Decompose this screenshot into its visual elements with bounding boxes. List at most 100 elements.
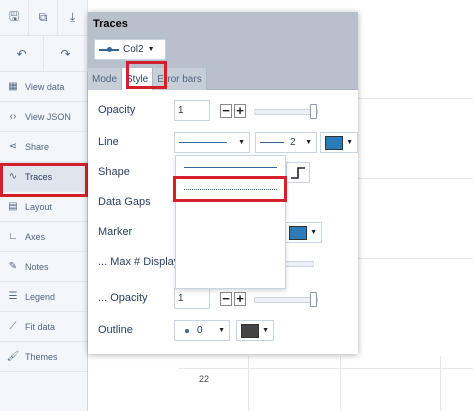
outline-label: Outline: [98, 324, 133, 336]
sidebar-item-axes[interactable]: ∟ Axes: [0, 222, 87, 252]
copy-icon: ⧉: [38, 10, 48, 24]
line-width-dropdown[interactable]: 2 ▼: [255, 132, 317, 153]
sidebar-item-label: Layout: [25, 201, 53, 212]
sidebar-item-view-data[interactable]: ▦ View data: [0, 72, 87, 102]
redo-icon: ↷: [60, 46, 71, 61]
shape-label: Shape: [98, 166, 130, 178]
dash-option-dashdot[interactable]: [176, 244, 285, 266]
sidebar-item-view-json[interactable]: ‹› View JSON: [0, 102, 87, 132]
opacity-slider-handle[interactable]: [310, 104, 317, 119]
chevron-down-icon: ▼: [147, 46, 155, 53]
outline-width-value: 0: [197, 325, 203, 336]
line-width-icon: [260, 142, 284, 143]
share-icon: ⋖: [8, 141, 18, 152]
marker-opacity-input[interactable]: [174, 288, 210, 309]
traces-highlight-box: [0, 163, 88, 197]
dash-option-solid[interactable]: [176, 156, 285, 178]
sidebar-item-legend[interactable]: ☰ Legend: [0, 282, 87, 312]
sidebar-item-share[interactable]: ⋖ Share: [0, 132, 87, 162]
marker-label: Marker: [98, 226, 133, 238]
plot-gridline: [340, 356, 341, 411]
line-width-value: 2: [290, 137, 296, 148]
top-toolbar: 🖫 ⧉ ⤓ ↶ ↷: [0, 0, 88, 72]
line-dash-dropdown[interactable]: ▼: [174, 132, 250, 153]
download-button[interactable]: ⤓: [58, 0, 88, 36]
increment-button[interactable]: +: [234, 104, 246, 118]
style-tab-highlight-box: [126, 61, 167, 89]
plot-gridline: [440, 356, 441, 411]
decrement-button[interactable]: −: [220, 292, 232, 306]
pencil-icon: ✎: [8, 261, 18, 272]
opacity-slider[interactable]: [254, 109, 318, 115]
sidebar-item-label: Legend: [25, 291, 56, 302]
code-icon: ‹›: [9, 111, 17, 122]
solid-line-icon: [179, 142, 227, 143]
table-icon: ▦: [8, 81, 18, 92]
marker-dot-icon: [185, 328, 189, 333]
save-icon: 🖫: [8, 9, 20, 23]
solid-line-icon: [184, 167, 277, 168]
line-color-picker[interactable]: ▼: [320, 132, 358, 153]
row-opacity: Opacity − +: [88, 96, 358, 126]
chevron-down-icon: ▼: [262, 327, 269, 334]
opacity-label: Opacity: [98, 104, 136, 116]
line-label: Line: [98, 136, 119, 148]
sidebar-item-themes[interactable]: 🖌 Themes: [0, 342, 87, 372]
sidebar-item-notes[interactable]: ✎ Notes: [0, 252, 87, 282]
plot-gridline: [248, 356, 249, 411]
marker-opacity-slider-handle[interactable]: [310, 292, 317, 307]
copy-button[interactable]: ⧉: [29, 0, 58, 36]
color-swatch: [241, 323, 259, 338]
row-line: Line ▼ 2 ▼ ▼: [88, 128, 358, 158]
chevron-down-icon: ▼: [305, 139, 312, 146]
save-button[interactable]: 🖫: [0, 0, 29, 36]
plot-gridline: [178, 368, 473, 369]
fit-icon: ⟋: [9, 321, 17, 332]
sidebar-item-label: Axes: [25, 231, 46, 242]
max-display-label: ... Max # Display: [98, 256, 180, 268]
color-swatch: [325, 135, 343, 150]
trace-selector-value: Col2: [123, 44, 144, 55]
panel-title: Traces: [93, 18, 128, 30]
dash-option-longdashdot[interactable]: [176, 266, 285, 288]
increment-button[interactable]: +: [234, 292, 246, 306]
sidebar-item-fit-data[interactable]: ⟋ Fit data: [0, 312, 87, 342]
dot-option-highlight-box: [173, 176, 287, 202]
sidebar-item-label: View JSON: [25, 111, 71, 122]
chevron-down-icon: ▼: [310, 229, 317, 236]
outline-color-picker[interactable]: ▼: [236, 320, 274, 341]
marker-opacity-slider[interactable]: [254, 297, 318, 303]
color-swatch: [289, 225, 307, 240]
sidebar: ▦ View data ‹› View JSON ⋖ Share ∿ Trace…: [0, 72, 88, 411]
trace-line-icon: [99, 46, 119, 52]
download-icon: ⤓: [69, 10, 76, 24]
dash-option-dash[interactable]: [176, 200, 285, 222]
brush-icon: 🖌: [6, 351, 20, 362]
sidebar-item-label: View data: [25, 81, 65, 92]
step-shape-icon: [291, 167, 305, 179]
tab-mode[interactable]: Mode: [88, 68, 123, 90]
axes-icon: ∟: [8, 231, 18, 242]
opacity-input[interactable]: [174, 100, 210, 121]
outline-width-dropdown[interactable]: 0 ▼: [174, 320, 230, 341]
redo-button[interactable]: ↷: [44, 36, 88, 72]
dash-option-longdash[interactable]: [176, 222, 285, 244]
marker-color-picker[interactable]: ▼: [284, 222, 322, 243]
shape-hv-option[interactable]: [286, 162, 310, 183]
undo-button[interactable]: ↶: [0, 36, 44, 72]
legend-icon: ☰: [8, 291, 18, 302]
plot-tick-label: 22: [199, 374, 210, 384]
chevron-down-icon: ▼: [238, 139, 245, 146]
decrement-button[interactable]: −: [220, 104, 232, 118]
layout-icon: ▤: [8, 201, 18, 212]
max-display-slider[interactable]: [284, 261, 314, 267]
undo-icon: ↶: [16, 46, 27, 61]
marker-opacity-label: ... Opacity: [98, 292, 148, 304]
sidebar-item-label: Notes: [25, 261, 49, 272]
chevron-down-icon: ▼: [218, 327, 225, 334]
sidebar-item-label: Fit data: [25, 321, 56, 332]
row-outline: Outline 0 ▼ ▼: [88, 316, 358, 346]
trace-selector[interactable]: Col2 ▼: [94, 39, 166, 60]
sidebar-item-label: Themes: [25, 351, 58, 362]
sidebar-item-label: Share: [25, 141, 50, 152]
